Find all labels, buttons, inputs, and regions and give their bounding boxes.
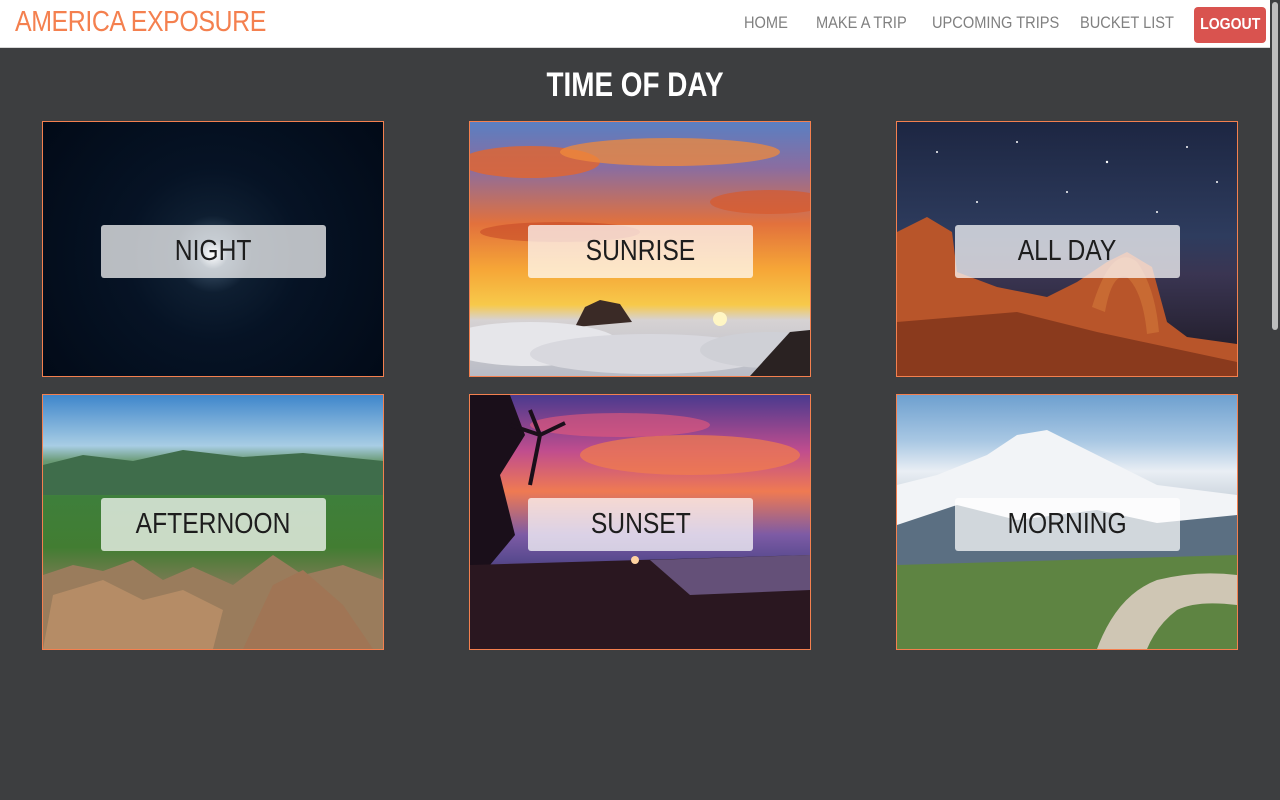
card-label-text: ALL DAY [1018,235,1117,267]
nav-make-a-trip[interactable]: MAKE A TRIP [816,13,907,33]
page-title-text: TIME OF DAY [546,66,724,104]
card-label: NIGHT [101,225,326,278]
card-morning[interactable]: MORNING [896,394,1238,650]
card-sunrise[interactable]: SUNRISE [469,121,811,377]
nav-home[interactable]: HOME [744,13,788,33]
logout-button[interactable]: LOGOUT [1194,7,1266,43]
card-label-text: SUNSET [590,508,691,540]
card-label-text: AFTERNOON [136,508,291,540]
card-label: SUNRISE [528,225,753,278]
scrollbar-thumb[interactable] [1272,2,1278,330]
brand-logo[interactable]: AMERICA EXPOSURE [15,6,266,39]
page-title: TIME OF DAY [0,66,1270,105]
card-label: ALL DAY [955,225,1180,278]
top-navbar: AMERICA EXPOSURE HOME MAKE A TRIP UPCOMI… [0,0,1270,48]
card-label-text: MORNING [1007,508,1128,540]
card-sunset[interactable]: SUNSET [469,394,811,650]
card-label: AFTERNOON [101,498,326,551]
nav-upcoming-trips[interactable]: UPCOMING TRIPS [932,13,1059,33]
card-label-text: NIGHT [175,235,252,267]
card-afternoon[interactable]: AFTERNOON [42,394,384,650]
card-night[interactable]: NIGHT [42,121,384,377]
card-label: MORNING [955,498,1180,551]
card-label: SUNSET [528,498,753,551]
nav-bucket-list[interactable]: BUCKET LIST [1080,13,1174,33]
logout-label: LOGOUT [1199,16,1261,33]
card-label-text: SUNRISE [585,235,696,267]
card-all-day[interactable]: ALL DAY [896,121,1238,377]
scrollbar[interactable] [1270,0,1280,800]
